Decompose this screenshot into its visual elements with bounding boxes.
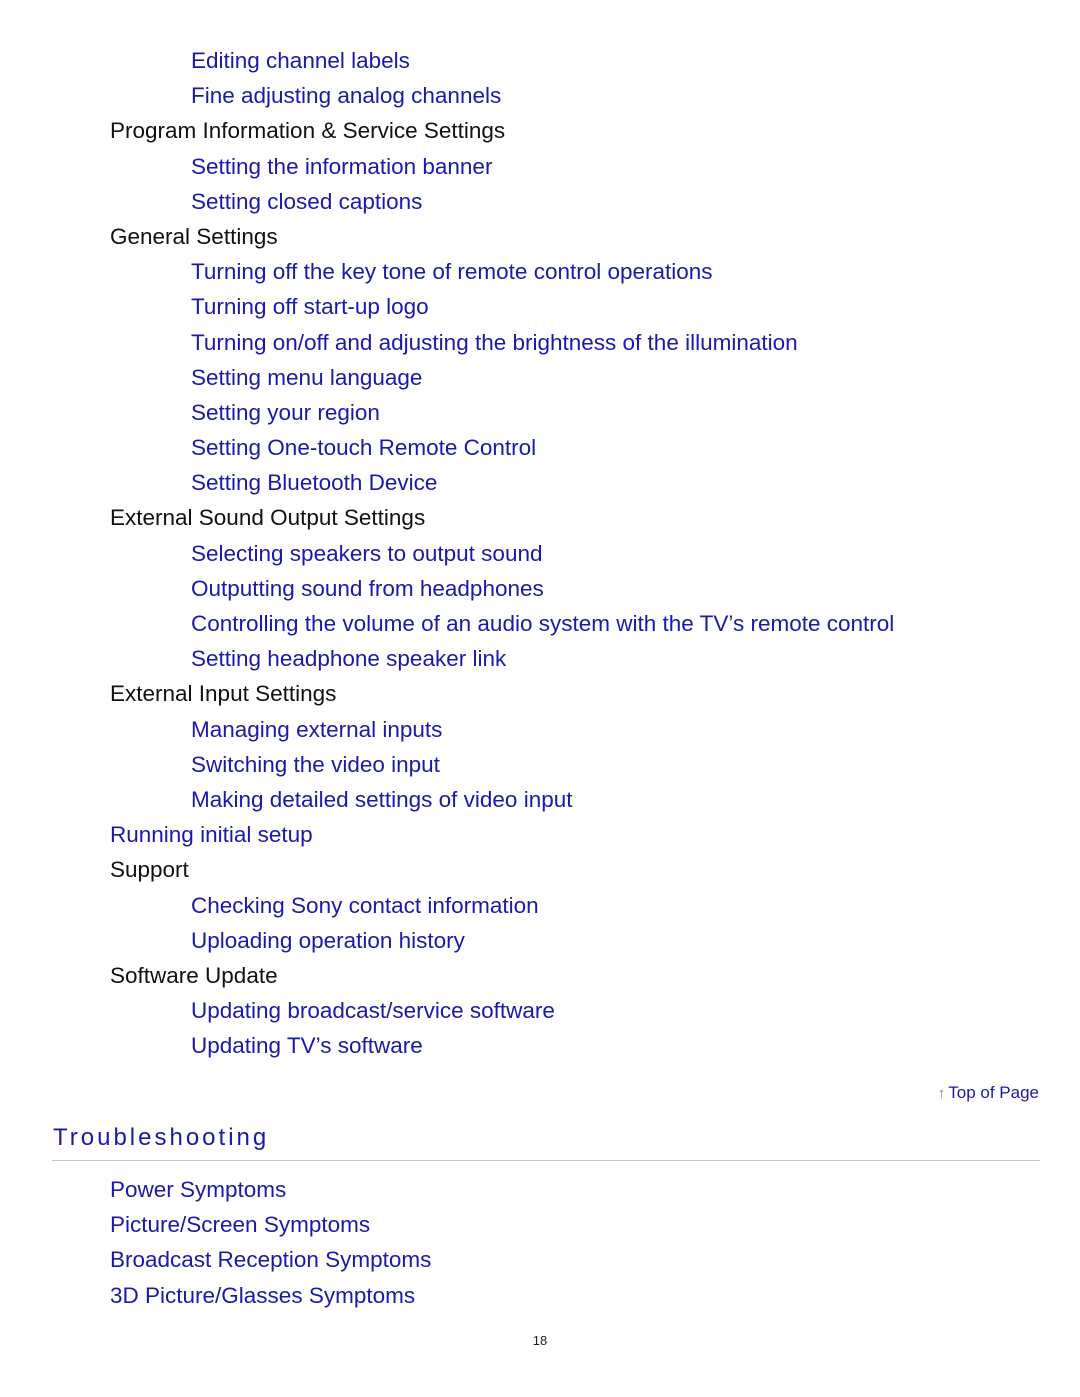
- toc-item: Controlling the volume of an audio syste…: [0, 606, 1080, 641]
- toc-section-heading: General Settings: [110, 223, 278, 249]
- toc-link[interactable]: Setting menu language: [191, 365, 422, 390]
- toc-item: Running initial setup: [0, 817, 1080, 852]
- toc-item: Fine adjusting analog channels: [0, 78, 1080, 113]
- toc-section-heading: External Input Settings: [110, 681, 337, 707]
- top-of-page-label[interactable]: Top of Page: [948, 1083, 1039, 1102]
- toc-item: Uploading operation history: [0, 923, 1080, 958]
- toc-item: Setting the information banner: [0, 149, 1080, 184]
- toc-item: Setting One-touch Remote Control: [0, 430, 1080, 465]
- troubleshooting-item: 3D Picture/Glasses Symptoms: [0, 1278, 1080, 1313]
- up-arrow-icon: ↑: [937, 1085, 946, 1102]
- toc-item: Checking Sony contact information: [0, 888, 1080, 923]
- toc-link[interactable]: Checking Sony contact information: [191, 893, 539, 918]
- toc-item: Selecting speakers to output sound: [0, 536, 1080, 571]
- page-number: 18: [532, 1333, 548, 1348]
- toc-item: Setting your region: [0, 395, 1080, 430]
- toc-section-heading: Software Update: [110, 962, 278, 988]
- toc-link[interactable]: Setting Bluetooth Device: [191, 470, 437, 495]
- toc-item: Updating broadcast/service software: [0, 993, 1080, 1028]
- toc-link[interactable]: Setting closed captions: [191, 189, 422, 214]
- troubleshooting-item: Broadcast Reception Symptoms: [0, 1242, 1080, 1277]
- toc-link[interactable]: Turning on/off and adjusting the brightn…: [191, 330, 798, 355]
- troubleshooting-heading: Troubleshooting: [53, 1124, 270, 1151]
- toc-link[interactable]: Outputting sound from headphones: [191, 576, 544, 601]
- toc-link[interactable]: Setting headphone speaker link: [191, 646, 506, 671]
- troubleshooting-link[interactable]: Broadcast Reception Symptoms: [110, 1247, 431, 1272]
- toc-link[interactable]: Setting the information banner: [191, 154, 492, 179]
- toc-link[interactable]: Setting your region: [191, 400, 380, 425]
- toc-link[interactable]: Switching the video input: [191, 752, 440, 777]
- toc-link[interactable]: Updating broadcast/service software: [191, 998, 555, 1023]
- troubleshooting-link[interactable]: Picture/Screen Symptoms: [110, 1212, 370, 1237]
- toc-link[interactable]: Turning off start-up logo: [191, 294, 429, 319]
- top-of-page-link[interactable]: ↑ Top of Page: [938, 1083, 1039, 1103]
- toc-link[interactable]: Controlling the volume of an audio syste…: [191, 611, 894, 636]
- toc-item: Setting menu language: [0, 360, 1080, 395]
- section-divider: [52, 1160, 1040, 1161]
- troubleshooting-item: Power Symptoms: [0, 1172, 1080, 1207]
- toc-link[interactable]: Updating TV’s software: [191, 1033, 423, 1058]
- toc-link[interactable]: Fine adjusting analog channels: [191, 83, 501, 108]
- toc-section-heading: Support: [110, 857, 189, 883]
- troubleshooting-link[interactable]: 3D Picture/Glasses Symptoms: [110, 1283, 415, 1308]
- toc-item: Updating TV’s software: [0, 1028, 1080, 1063]
- toc-link[interactable]: Turning off the key tone of remote contr…: [191, 259, 713, 284]
- table-of-contents: Editing channel labels Fine adjusting ana…: [0, 43, 1080, 1063]
- toc-section-heading: External Sound Output Settings: [110, 505, 426, 531]
- toc-link[interactable]: Uploading operation history: [191, 928, 465, 953]
- toc-item: Turning off the key tone of remote contr…: [0, 254, 1080, 289]
- toc-item: Managing external inputs: [0, 712, 1080, 747]
- toc-item: Editing channel labels: [0, 43, 1080, 78]
- toc-link[interactable]: Selecting speakers to output sound: [191, 541, 543, 566]
- toc-item: Setting headphone speaker link: [0, 641, 1080, 676]
- toc-link[interactable]: Making detailed settings of video input: [191, 787, 573, 812]
- troubleshooting-item: Picture/Screen Symptoms: [0, 1207, 1080, 1242]
- toc-item: Setting closed captions: [0, 184, 1080, 219]
- toc-link[interactable]: Managing external inputs: [191, 717, 442, 742]
- toc-item: Turning off start-up logo: [0, 289, 1080, 324]
- toc-item: Making detailed settings of video input: [0, 782, 1080, 817]
- toc-link[interactable]: Setting One-touch Remote Control: [191, 435, 536, 460]
- toc-section-heading: Program Information & Service Settings: [110, 118, 506, 144]
- troubleshooting-list: Power Symptoms Picture/Screen Symptoms Bro…: [0, 1172, 1080, 1313]
- toc-item: Turning on/off and adjusting the brightn…: [0, 325, 1080, 360]
- toc-item: Switching the video input: [0, 747, 1080, 782]
- troubleshooting-link[interactable]: Power Symptoms: [110, 1177, 286, 1202]
- toc-item: Outputting sound from headphones: [0, 571, 1080, 606]
- toc-link[interactable]: Editing channel labels: [191, 48, 410, 73]
- toc-link[interactable]: Running initial setup: [110, 822, 313, 847]
- toc-item: Setting Bluetooth Device: [0, 465, 1080, 500]
